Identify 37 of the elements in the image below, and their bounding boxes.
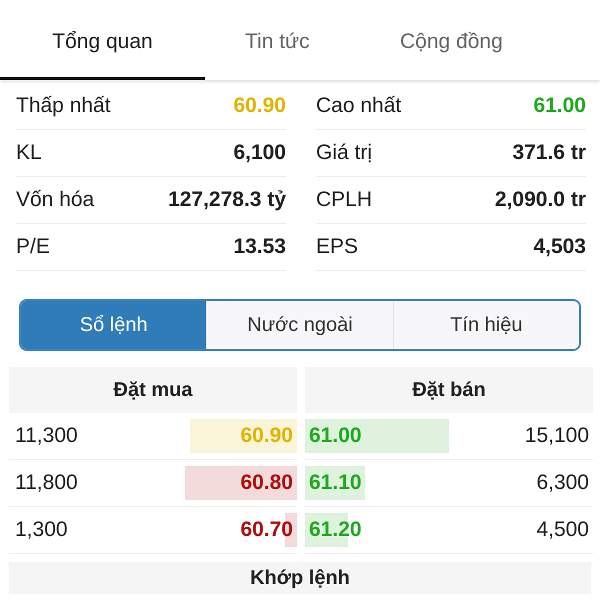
stat-value: 61.00: [533, 94, 586, 118]
stat-label: Vốn hóa: [16, 188, 94, 212]
stat-value: 6,100: [233, 141, 286, 165]
segment-tab[interactable]: Sổ lệnh: [21, 301, 206, 349]
volume-text: 11,300: [15, 424, 78, 448]
segment-tab[interactable]: Nước ngoài: [206, 301, 393, 349]
stat-label: EPS: [316, 235, 358, 259]
price-text: 61.00: [308, 424, 362, 448]
volume-text: 4,500: [536, 518, 590, 542]
price-text: 60.90: [240, 424, 294, 448]
stat-label: Thấp nhất: [16, 94, 111, 118]
stat-label: Giá trị: [316, 141, 372, 165]
tab[interactable]: Cộng đồng: [375, 0, 545, 80]
stat-value: 13.53: [233, 235, 286, 259]
volume-text: 6,300: [536, 471, 590, 495]
section-header: Khớp lệnh: [9, 562, 591, 594]
price-text: 60.80: [240, 471, 294, 495]
tab[interactable]: Tổng quan: [0, 0, 205, 80]
tab[interactable]: Tin tức: [205, 0, 375, 80]
stat-value: 4,503: [533, 235, 586, 259]
volume-text: 11,800: [15, 471, 78, 495]
stat-label: CPLH: [316, 188, 372, 212]
volume-text: 15,100: [524, 424, 590, 448]
stat-label: Cao nhất: [316, 94, 402, 118]
price-text: 61.20: [308, 518, 362, 542]
price-text: 61.10: [308, 471, 362, 495]
segment-tab[interactable]: Tín hiệu: [392, 301, 579, 349]
stat-value: 371.6 tr: [512, 141, 586, 165]
volume-text: 1,300: [15, 518, 68, 542]
stat-label: KL: [16, 141, 42, 165]
column-header: Đặt bán: [305, 367, 593, 413]
column-header: Đặt mua: [9, 367, 297, 413]
stat-value: 2,090.0 tr: [494, 188, 586, 212]
stat-value: 60.90: [233, 94, 286, 118]
stat-value: 127,278.3 tỷ: [168, 188, 286, 212]
stat-label: P/E: [16, 235, 50, 259]
price-text: 60.70: [240, 518, 294, 542]
